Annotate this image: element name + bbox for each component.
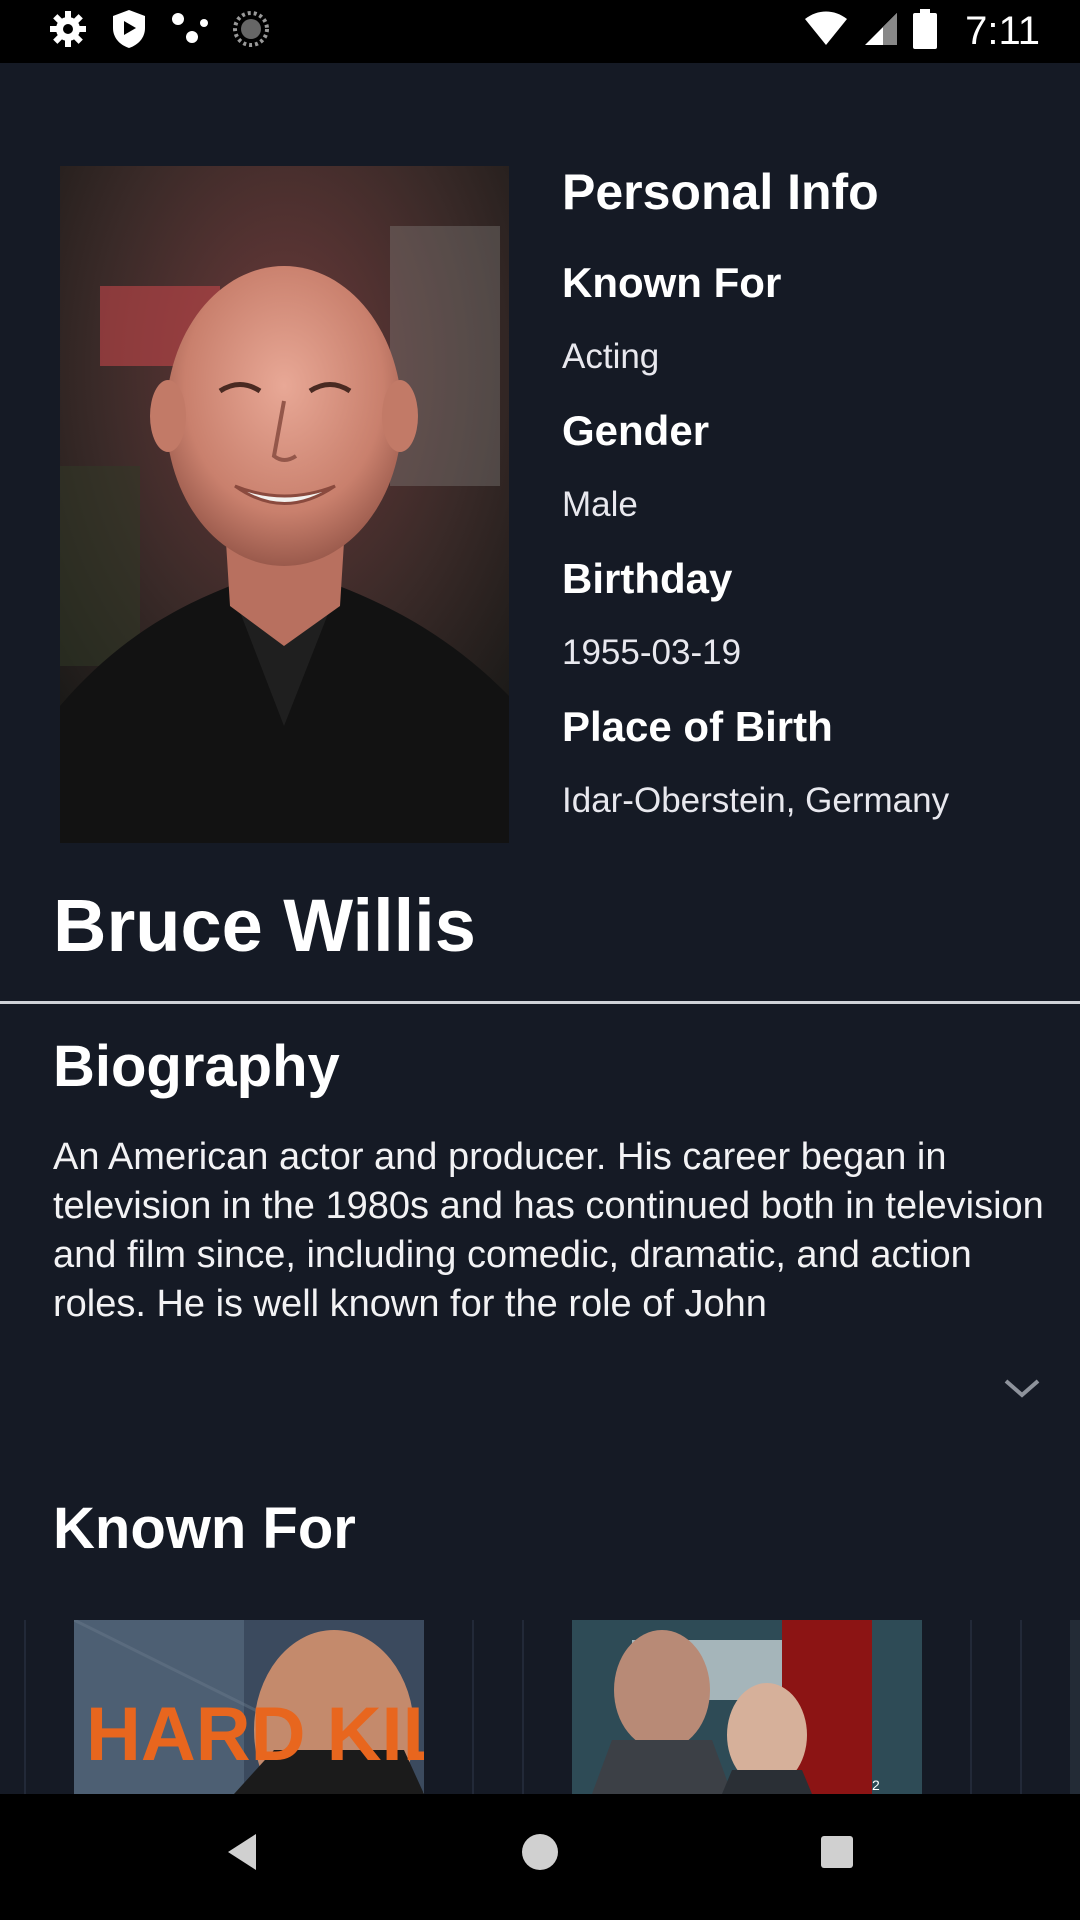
gender-label: Gender [562, 407, 710, 454]
status-left-icons [48, 8, 270, 55]
known-for-value: Acting [562, 337, 660, 376]
biography-text[interactable]: An American actor and producer. His care… [53, 1133, 1053, 1333]
movie-card[interactable]: 2 [522, 1620, 972, 1794]
movie-poster[interactable]: HARD KILL [74, 1620, 424, 1794]
birthday-value: 1955-03-19 [562, 633, 742, 672]
home-button[interactable] [519, 1830, 561, 1879]
personal-info: Personal Info Known For Acting Gender Ma… [562, 163, 1062, 829]
navigation-bar [0, 1794, 1080, 1920]
poster-title-text: 2 [872, 1777, 880, 1793]
place-of-birth-value: Idar-Oberstein, Germany [562, 781, 950, 820]
recents-square-icon [821, 1836, 853, 1868]
dots-icon [170, 11, 210, 52]
expand-biography-button[interactable] [1000, 1373, 1044, 1403]
chevron-down-icon [1004, 1379, 1040, 1398]
status-bar: 7:11 [0, 0, 1080, 63]
shield-play-icon [110, 8, 148, 55]
divider [0, 1001, 1080, 1004]
movie-card[interactable]: HARD KILL [24, 1620, 474, 1794]
movie-card[interactable] [1020, 1620, 1080, 1794]
status-clock: 7:11 [965, 9, 1040, 53]
gender-value: Male [562, 485, 638, 524]
known-for-carousel[interactable]: HARD KILL 2 [0, 1620, 1080, 1794]
movie-poster[interactable]: 2 [572, 1620, 922, 1794]
known-for-label: Known For [562, 259, 782, 306]
person-detail-screen[interactable]: Personal Info Known For Acting Gender Ma… [0, 63, 1080, 1794]
movie-poster-image: HARD KILL [74, 1620, 424, 1794]
profile-photo [60, 166, 509, 843]
signal-icon [863, 11, 899, 52]
profile-photo-image [60, 166, 509, 843]
known-for-title: Known For [53, 1496, 356, 1561]
poster-title-text: HARD KILL [86, 1692, 424, 1777]
movie-poster[interactable] [1070, 1620, 1080, 1794]
settings-icon [48, 9, 88, 54]
spinner-icon [232, 10, 270, 53]
movie-poster-image: 2 [572, 1620, 922, 1794]
battery-icon [913, 9, 938, 54]
birthday-label: Birthday [562, 555, 733, 602]
back-triangle-icon [228, 1834, 256, 1870]
wifi-icon [803, 11, 849, 52]
recents-button[interactable] [818, 1830, 856, 1879]
home-circle-icon [522, 1834, 558, 1870]
back-button[interactable] [222, 1830, 262, 1879]
person-name: Bruce Willis [53, 884, 476, 967]
personal-info-title: Personal Info [562, 164, 879, 220]
place-of-birth-label: Place of Birth [562, 703, 833, 750]
biography-title: Biography [53, 1034, 340, 1099]
status-right-icons: 7:11 [803, 9, 1040, 54]
